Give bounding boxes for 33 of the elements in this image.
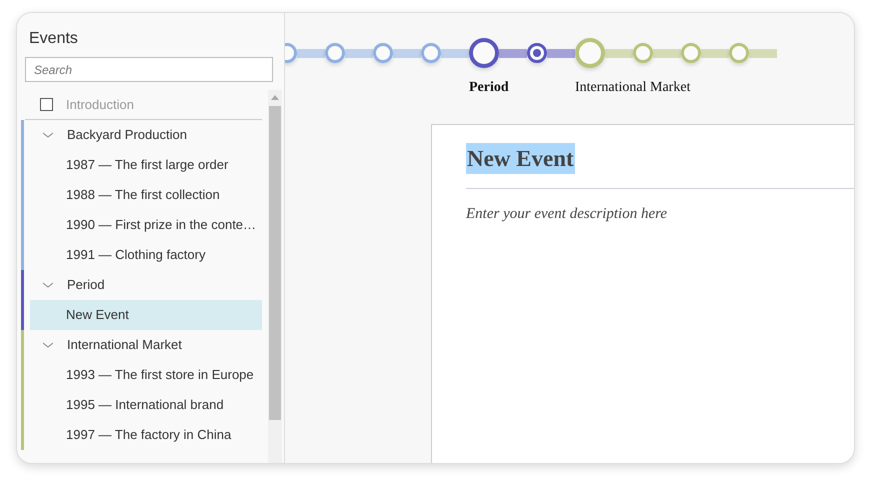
search-field[interactable]: Search (25, 57, 273, 82)
timeline-node[interactable] (325, 43, 345, 63)
timeline-node[interactable] (469, 38, 499, 68)
timeline-label[interactable]: International Market (575, 77, 690, 98)
timeline-node[interactable] (373, 43, 393, 63)
tree-item[interactable]: 1988 — The first collection (30, 180, 262, 210)
timeline-node[interactable] (729, 43, 749, 63)
tree-item[interactable]: 1995 — International brand (30, 390, 262, 420)
group-label[interactable]: International Market (67, 335, 182, 355)
timeline-node[interactable] (421, 43, 441, 63)
checkbox[interactable] (40, 98, 53, 111)
chevron-down-icon[interactable] (43, 280, 53, 290)
timeline-node[interactable] (681, 43, 701, 63)
scrollbar[interactable] (268, 90, 282, 463)
chevron-down-icon[interactable] (43, 130, 53, 140)
selected-timeline-node[interactable] (527, 43, 547, 63)
tree-item[interactable]: New Event (30, 300, 262, 330)
timeline-label[interactable]: Period (469, 77, 509, 98)
tree-item[interactable]: 1993 — The first store in Europe (30, 360, 262, 390)
tree-item[interactable]: 1990 — First prize in the conte… (30, 210, 262, 240)
event-title[interactable]: New Event (466, 143, 575, 174)
tree-item[interactable]: 1991 — Clothing factory (30, 240, 262, 270)
chevron-down-icon[interactable] (43, 340, 53, 350)
tree-item[interactable]: 1997 — The factory in China (30, 420, 262, 450)
scroll-up-icon[interactable] (271, 95, 279, 100)
event-description[interactable]: Enter your event description here (466, 203, 854, 226)
timeline-node[interactable] (575, 38, 605, 68)
sidebar-title: Events (28, 29, 79, 49)
tree-item[interactable]: 1987 — The first large order (30, 150, 262, 180)
group-label[interactable]: Backyard Production (67, 125, 187, 145)
timeline-node[interactable] (633, 43, 653, 63)
group-label[interactable]: Period (67, 275, 105, 295)
scrollbar-thumb[interactable] (269, 106, 281, 420)
